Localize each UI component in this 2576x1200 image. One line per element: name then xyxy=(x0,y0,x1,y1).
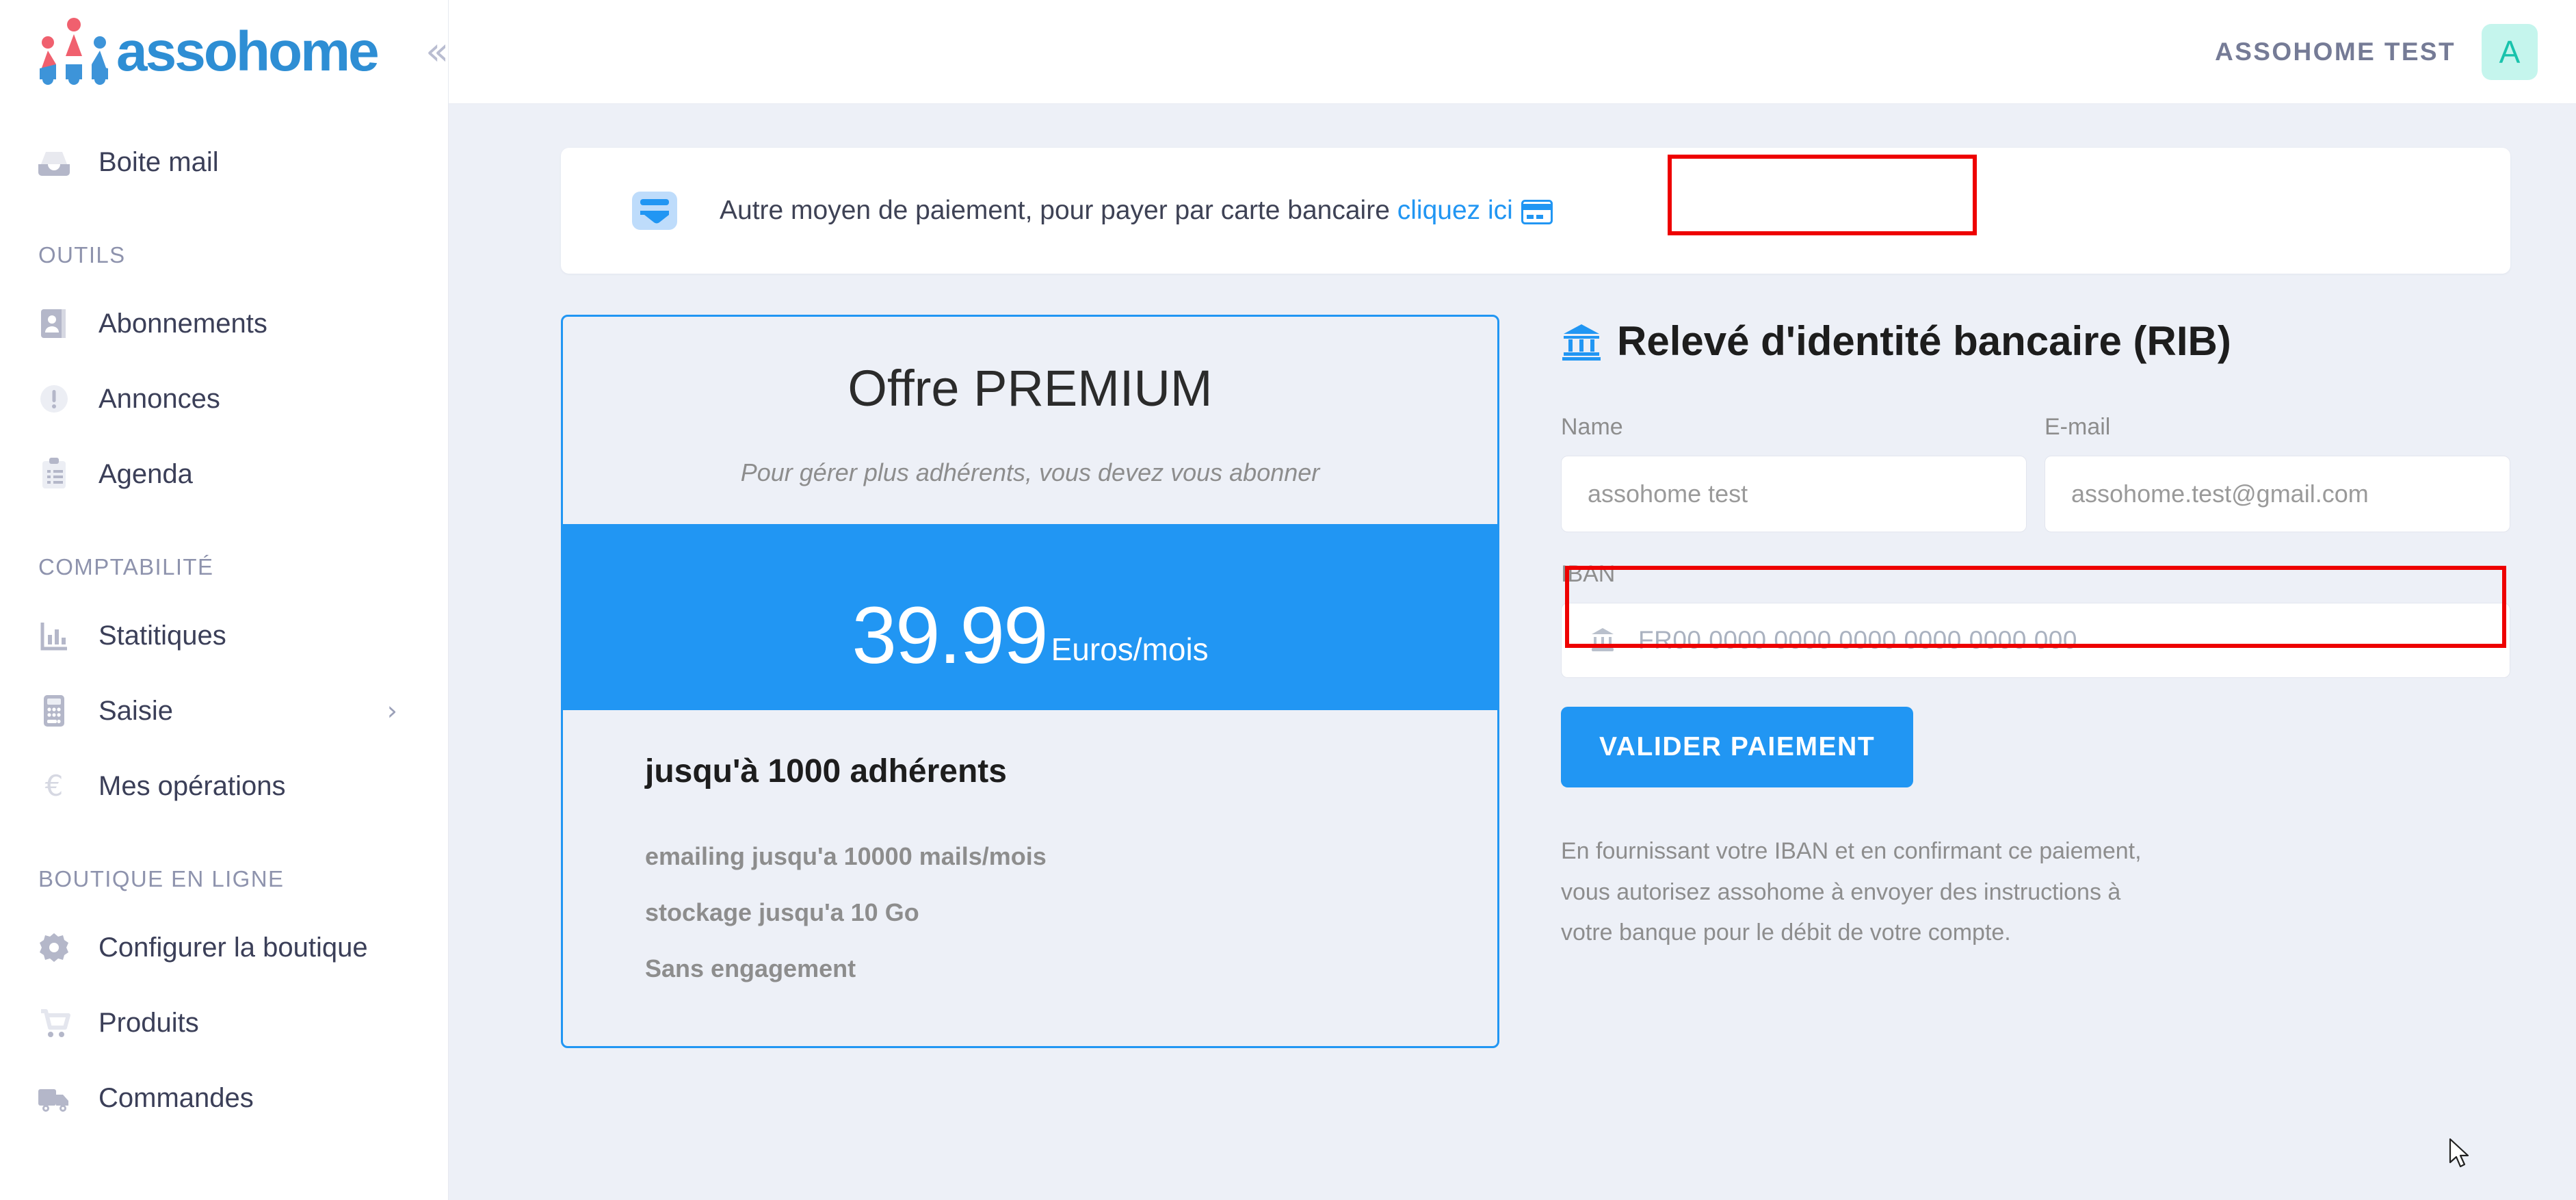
credit-card-icon xyxy=(1521,200,1553,224)
sidebar-item-agenda[interactable]: Agenda xyxy=(0,436,448,512)
top-bar: ASSOHOME TEST A xyxy=(449,0,2576,104)
sidebar-item-mes-operations[interactable]: € Mes opérations xyxy=(0,748,448,824)
iban-input[interactable]: FR00 0000 0000 0000 0000 0000 000 xyxy=(1561,603,2510,678)
organization-name: ASSOHOME TEST xyxy=(2215,38,2456,66)
rib-title: Relevé d'identité bancaire (RIB) xyxy=(1561,317,2510,365)
bank-icon xyxy=(1588,625,1618,655)
sidebar-item-statistiques[interactable]: Statitiques xyxy=(0,598,448,673)
banner-text: Autre moyen de paiement, pour payer par … xyxy=(720,196,1553,226)
sidebar-item-label: Commandes xyxy=(98,1083,254,1114)
sidebar-item-saisie[interactable]: Saisie › xyxy=(0,673,448,748)
sidebar-item-label: Boite mail xyxy=(98,147,219,178)
sepa-mandate-text: En fournissant votre IBAN et en confirma… xyxy=(1561,831,2163,954)
offer-feature: stockage jusqu'a 10 Go xyxy=(645,898,1415,927)
brand-logo[interactable]: assohome « xyxy=(0,0,448,104)
alert-circle-icon xyxy=(33,378,75,420)
app-root: assohome « Boite mail OUTILS xyxy=(0,0,2576,1200)
email-label: E-mail xyxy=(2045,414,2510,441)
valider-paiement-button[interactable]: VALIDER PAIEMENT xyxy=(1561,707,1913,787)
panels: Offre PREMIUM Pour gérer plus adhérents,… xyxy=(561,315,2510,1048)
main-area: ASSOHOME TEST A Autre moyen de paiement,… xyxy=(449,0,2576,1200)
offer-price-band: 39.99 Euros/mois xyxy=(563,524,1497,710)
sidebar-item-label: Saisie xyxy=(98,696,173,727)
sidebar-item-commandes[interactable]: Commandes xyxy=(0,1060,448,1136)
sidebar-section-boutique: BOUTIQUE EN LIGNE xyxy=(0,866,448,892)
offer-subtitle: Pour gérer plus adhérents, vous devez vo… xyxy=(563,458,1497,487)
sidebar-item-produits[interactable]: Produits xyxy=(0,985,448,1060)
sidebar-section-comptabilite: COMPTABILITÉ xyxy=(0,554,448,580)
sidebar-item-label: Statitiques xyxy=(98,621,226,651)
offer-header: Offre PREMIUM Pour gérer plus adhérents,… xyxy=(563,317,1497,524)
sidebar-item-label: Abonnements xyxy=(98,309,267,339)
bank-icon xyxy=(1561,321,1602,362)
rib-form: Relevé d'identité bancaire (RIB) Name as… xyxy=(1561,315,2510,954)
sidebar-item-boite-mail[interactable]: Boite mail xyxy=(0,125,448,200)
contact-card-icon xyxy=(33,302,75,345)
rib-name-email-row: Name assohome test E-mail assohome.test@… xyxy=(1561,414,2510,532)
offer-features: jusqu'à 1000 adhérents emailing jusqu'a … xyxy=(563,710,1497,1046)
email-input[interactable]: assohome.test@gmail.com xyxy=(2045,456,2510,532)
sidebar-item-label: Annonces xyxy=(98,384,220,415)
sidebar-item-label: Agenda xyxy=(98,459,193,490)
premium-offer-card: Offre PREMIUM Pour gérer plus adhérents,… xyxy=(561,315,1499,1048)
offer-feature: emailing jusqu'a 10000 mails/mois xyxy=(645,842,1415,871)
content-area: Autre moyen de paiement, pour payer par … xyxy=(449,104,2576,1200)
iban-field-group: IBAN FR00 0000 0000 0000 0000 0000 000 xyxy=(1561,561,2510,678)
shopping-cart-icon xyxy=(33,1002,75,1044)
name-field-group: Name assohome test xyxy=(1561,414,2027,532)
name-value: assohome test xyxy=(1588,480,1748,508)
assohome-logo-icon xyxy=(36,16,112,88)
name-input[interactable]: assohome test xyxy=(1561,456,2027,532)
banner-message: Autre moyen de paiement, pour payer par … xyxy=(720,196,1397,225)
sidebar-item-label: Mes opérations xyxy=(98,771,285,802)
euro-icon: € xyxy=(33,765,75,807)
iban-placeholder: FR00 0000 0000 0000 0000 0000 000 xyxy=(1638,626,2077,655)
wallet-cards-icon xyxy=(629,189,680,233)
iban-label: IBAN xyxy=(1561,561,2510,588)
offer-title: Offre PREMIUM xyxy=(563,359,1497,417)
svg-text:€: € xyxy=(45,769,64,803)
rib-title-text: Relevé d'identité bancaire (RIB) xyxy=(1617,317,2231,365)
sidebar-item-abonnements[interactable]: Abonnements xyxy=(0,286,448,361)
sidebar-section-outils: OUTILS xyxy=(0,242,448,268)
sidebar-item-label: Produits xyxy=(98,1008,199,1039)
offer-price-value: 39.99 xyxy=(852,599,1047,672)
sidebar-item-annonces[interactable]: Annonces xyxy=(0,361,448,436)
bar-chart-icon xyxy=(33,614,75,657)
email-field-group: E-mail assohome.test@gmail.com xyxy=(2045,414,2510,532)
calculator-icon xyxy=(33,690,75,732)
truck-icon xyxy=(33,1077,75,1119)
sidebar: assohome « Boite mail OUTILS xyxy=(0,0,449,1200)
highlight-box-cliquez-ici xyxy=(1668,155,1977,235)
name-label: Name xyxy=(1561,414,2027,441)
cliquez-ici-link[interactable]: cliquez ici xyxy=(1397,196,1513,225)
offer-feature: Sans engagement xyxy=(645,954,1415,983)
alternate-payment-banner: Autre moyen de paiement, pour payer par … xyxy=(561,148,2510,274)
inbox-icon xyxy=(33,141,75,183)
avatar-initial: A xyxy=(2499,34,2521,70)
brand-name: assohome xyxy=(116,24,378,80)
offer-price-unit: Euros/mois xyxy=(1051,631,1209,672)
sidebar-item-label: Configurer la boutique xyxy=(98,932,368,963)
sidebar-collapse-icon[interactable]: « xyxy=(425,33,449,71)
sidebar-item-configurer-la-boutique[interactable]: Configurer la boutique xyxy=(0,910,448,985)
gear-icon xyxy=(33,926,75,969)
clipboard-icon xyxy=(33,453,75,495)
offer-member-limit: jusqu'à 1000 adhérents xyxy=(645,753,1415,790)
chevron-right-icon: › xyxy=(387,696,397,726)
email-value: assohome.test@gmail.com xyxy=(2071,480,2369,508)
avatar[interactable]: A xyxy=(2482,24,2538,80)
